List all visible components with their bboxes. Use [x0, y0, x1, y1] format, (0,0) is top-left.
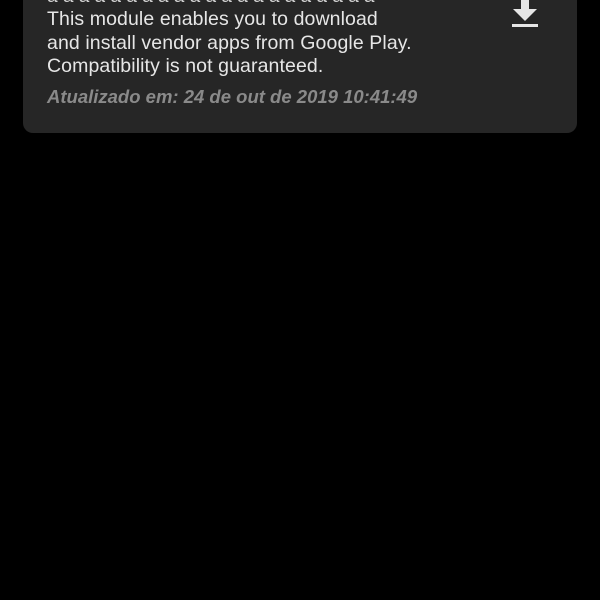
module-card[interactable]: a a a a a a a a a a a a a a a a a a a a … [23, 0, 577, 133]
download-button[interactable] [501, 0, 549, 32]
updated-timestamp: Atualizado em: 24 de out de 2019 10:41:4… [47, 86, 418, 107]
clipped-text-line: a a a a a a a a a a a a a a a a a a a a … [47, 0, 377, 6]
module-description: This module enables you to download and … [47, 8, 412, 77]
download-icon [512, 0, 538, 27]
screen: a a a a a a a a a a a a a a a a a a a a … [0, 0, 600, 600]
clipped-text: a a a a a a a a a a a a a a a a a a a a … [47, 0, 377, 6]
